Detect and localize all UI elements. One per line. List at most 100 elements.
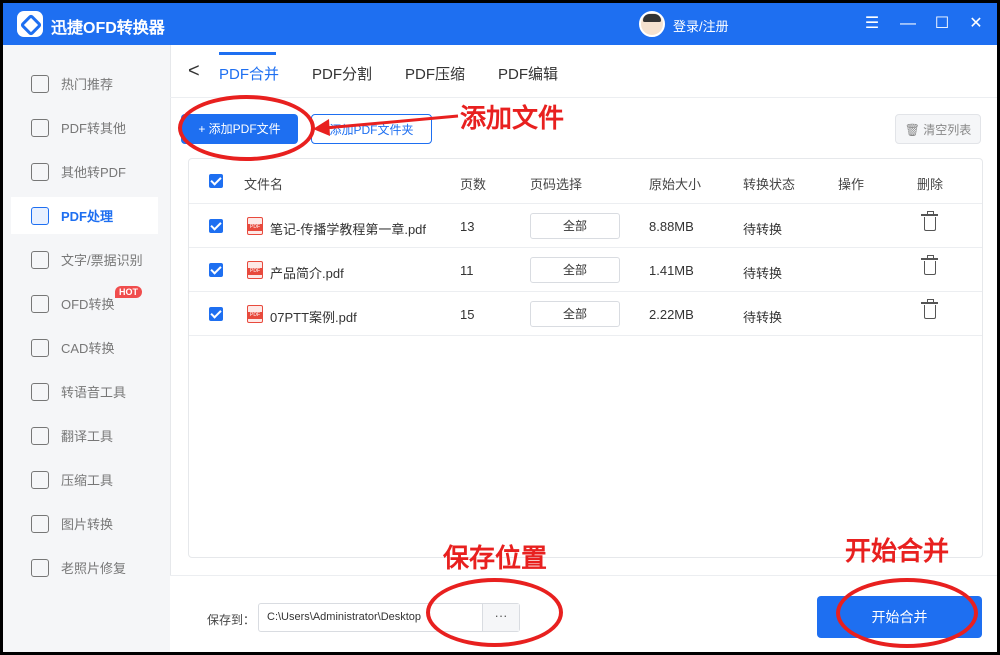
pdf-process-icon [31,206,49,225]
app-title: 迅捷OFD转换器 [51,20,165,37]
sidebar-item-label: OFD转换 [61,297,115,312]
file-list: 文件名 页数 页码选择 原始大小 转换状态 操作 删除 笔记-传播学教程第一章.… [188,158,983,558]
column-header: 文件名 [244,177,284,192]
delete-icon[interactable] [921,255,938,275]
sidebar-item-photo-repair[interactable]: 老照片修复 [11,549,158,586]
sidebar-item-cad[interactable]: CAD转换 [11,329,158,366]
annotation-save-location: 保存位置 [443,543,548,573]
pdf-file-icon [247,217,263,235]
page-count: 15 [460,307,475,322]
sidebar: 热门推荐 PDF转其他 其他转PDF PDF处理 文字/票据识别 OFD转换 HO… [3,45,171,652]
file-name: 产品简介.pdf [270,266,344,281]
hot-icon [31,74,49,93]
sidebar-item-label: 老照片修复 [61,561,127,576]
select-all-checkbox[interactable] [209,174,223,188]
maximize-icon[interactable]: ☐ [929,11,955,37]
sidebar-item-pdf-to-other[interactable]: PDF转其他 [11,109,158,146]
sidebar-item-label: CAD转换 [61,341,115,356]
pdf-file-icon [247,261,263,279]
image-icon [31,514,49,533]
sidebar-item-ocr[interactable]: 文字/票据识别 [11,241,158,278]
cad-icon [31,338,49,357]
annotation-add-file: 添加文件 [460,103,565,133]
page-range-select[interactable]: 全部 [530,257,620,283]
table-row: 07PTT案例.pdf 15 全部 2.22MB 待转换 [189,292,982,336]
delete-icon[interactable] [921,211,938,231]
sidebar-item-label: PDF处理 [61,209,114,224]
tab-pdf-edit[interactable]: PDF编辑 [498,63,558,84]
page-range-select[interactable]: 全部 [530,301,620,327]
photo-repair-icon [31,558,49,577]
row-checkbox[interactable] [209,219,223,233]
page-count: 11 [460,263,474,278]
sidebar-item-label: 其他转PDF [61,165,127,180]
page-count: 13 [460,219,475,234]
annotation-circle [426,578,563,647]
translate-icon [31,426,49,445]
annotation-start-merge: 开始合并 [845,536,950,566]
column-header: 操作 [838,177,865,192]
sidebar-item-image[interactable]: 图片转换 [11,505,158,542]
login-link[interactable]: 登录/注册 [673,16,729,35]
sidebar-item-pdf-process[interactable]: PDF处理 [11,197,158,234]
app-logo-icon [17,11,43,37]
delete-icon[interactable] [921,299,938,319]
clear-list-button[interactable]: 🗑 清空列表 [895,114,981,144]
convert-status: 待转换 [743,266,783,281]
save-path-value: C:\Users\Administrator\Desktop [267,611,422,623]
annotation-circle [836,578,978,648]
table-header: 文件名 页数 页码选择 原始大小 转换状态 操作 删除 [189,159,982,204]
table-row: 笔记-传播学教程第一章.pdf 13 全部 8.88MB 待转换 [189,204,982,248]
file-name: 笔记-传播学教程第一章.pdf [270,222,427,237]
active-tab-indicator [219,52,276,55]
annotation-arrow [313,114,459,136]
pdf-convert-icon [31,118,49,137]
hot-badge: HOT [115,286,142,298]
to-pdf-icon [31,162,49,181]
annotation-circle [178,95,315,161]
column-header: 页数 [460,177,487,192]
table-row: 产品简介.pdf 11 全部 1.41MB 待转换 [189,248,982,292]
row-checkbox[interactable] [209,307,223,321]
file-size: 1.41MB [649,263,694,278]
tab-pdf-split[interactable]: PDF分割 [312,63,372,84]
column-header: 页码选择 [530,177,583,192]
voice-icon [31,382,49,401]
sidebar-item-label: 文字/票据识别 [61,253,143,268]
pdf-file-icon [247,305,263,323]
file-size: 2.22MB [649,307,694,322]
sidebar-item-ofd[interactable]: OFD转换 HOT [11,285,158,322]
tab-pdf-compress[interactable]: PDF压缩 [405,63,465,84]
minimize-icon[interactable]: — [895,11,921,37]
sidebar-item-hot[interactable]: 热门推荐 [11,65,158,102]
sidebar-item-label: PDF转其他 [61,121,127,136]
sidebar-item-label: 转语音工具 [61,385,127,400]
menu-icon[interactable]: ☰ [859,11,885,37]
title-bar: 迅捷OFD转换器 登录/注册 ☰ — ☐ ✕ [3,3,997,45]
column-header: 原始大小 [649,177,702,192]
tab-bar: < PDF合并 PDF分割 PDF压缩 PDF编辑 [170,45,997,98]
column-header: 删除 [917,177,944,192]
page-range-select[interactable]: 全部 [530,213,620,239]
compress-icon [31,470,49,489]
sidebar-item-label: 热门推荐 [61,77,114,92]
sidebar-item-label: 压缩工具 [61,473,114,488]
file-name: 07PTT案例.pdf [270,310,357,325]
sidebar-item-voice[interactable]: 转语音工具 [11,373,158,410]
convert-status: 待转换 [743,222,783,237]
ocr-icon [31,250,49,269]
sidebar-item-other-to-pdf[interactable]: 其他转PDF [11,153,158,190]
convert-status: 待转换 [743,310,783,325]
file-size: 8.88MB [649,219,694,234]
row-checkbox[interactable] [209,263,223,277]
save-to-label: 保存到： [207,613,256,627]
close-icon[interactable]: ✕ [963,11,989,37]
sidebar-item-translate[interactable]: 翻译工具 [11,417,158,454]
back-icon[interactable]: < [188,60,200,83]
app-window: 迅捷OFD转换器 登录/注册 ☰ — ☐ ✕ 热门推荐 PDF转其他 其他转PD… [3,3,997,652]
tab-pdf-merge[interactable]: PDF合并 [219,63,279,84]
sidebar-item-compress[interactable]: 压缩工具 [11,461,158,498]
column-header: 转换状态 [743,177,796,192]
sidebar-item-label: 翻译工具 [61,429,114,444]
avatar[interactable] [639,11,665,37]
